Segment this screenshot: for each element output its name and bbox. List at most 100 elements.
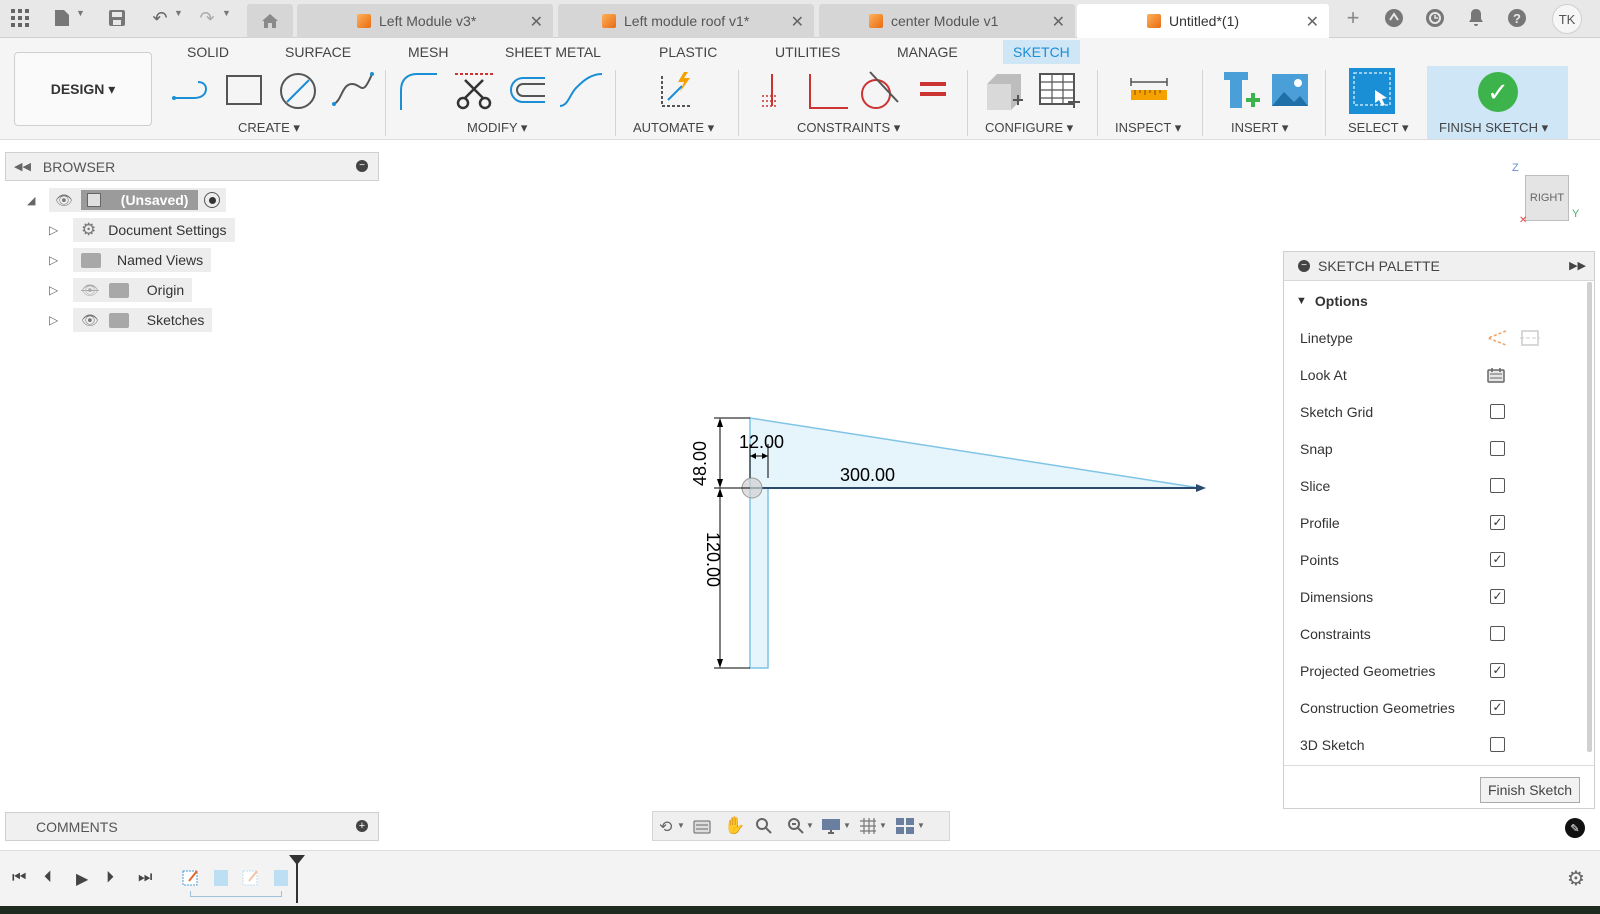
close-icon[interactable]: ✕ [1306, 12, 1319, 32]
home-tab[interactable] [247, 4, 293, 38]
file-menu-caret-icon[interactable]: ▼ [76, 8, 85, 18]
tab-solid[interactable]: SOLID [187, 44, 229, 60]
close-icon[interactable]: ✕ [1052, 12, 1065, 32]
constraints-checkbox[interactable] [1490, 626, 1505, 641]
dimension-text-300[interactable]: 300.00 [840, 465, 895, 486]
notifications-icon[interactable] [1464, 6, 1488, 30]
option-slice[interactable]: Slice [1300, 471, 1590, 501]
circle-tool-icon[interactable] [275, 70, 321, 112]
tab-utilities[interactable]: UTILITIES [775, 44, 840, 60]
projected-geometries-checkbox[interactable]: ✓ [1490, 663, 1505, 678]
automate-menu[interactable]: AUTOMATE ▾ [633, 120, 714, 136]
fillet-tool-icon[interactable] [397, 70, 443, 112]
tab-plastic[interactable]: PLASTIC [659, 44, 717, 60]
line-tool-icon[interactable] [168, 70, 214, 112]
construction-linetype-icon[interactable] [1485, 329, 1508, 350]
sketch-grid-checkbox[interactable] [1490, 404, 1505, 419]
parameters-box-icon[interactable] [983, 70, 1029, 112]
display-settings-icon[interactable] [821, 817, 841, 840]
tree-pill[interactable]: 👁 Origin [73, 278, 193, 302]
expand-panel-icon[interactable]: ▶▶ [1569, 259, 1586, 272]
slice-checkbox[interactable] [1490, 478, 1505, 493]
tab-left-module-v3[interactable]: Left Module v3* ✕ [297, 4, 553, 38]
design-workspace-button[interactable]: DESIGN ▾ [14, 52, 152, 126]
finish-sketch-button[interactable]: Finish Sketch [1480, 777, 1580, 803]
fix-constraint-icon[interactable] [752, 70, 798, 112]
trim-scissors-icon[interactable] [451, 70, 497, 112]
zoom-caret-icon[interactable]: ▼ [806, 821, 814, 830]
finish-sketch-menu[interactable]: FINISH SKETCH ▾ [1439, 120, 1548, 136]
insert-image-icon[interactable] [1268, 70, 1314, 112]
dimension-text-48[interactable]: 48.00 [690, 441, 711, 486]
viewports-caret-icon[interactable]: ▼ [917, 821, 925, 830]
fit-zoom-icon[interactable] [787, 817, 805, 840]
tab-left-module-roof-v1[interactable]: Left module roof v1* ✕ [558, 4, 814, 38]
perpendicular-constraint-icon[interactable] [804, 70, 850, 112]
extensions-icon[interactable] [1382, 6, 1406, 30]
points-checkbox[interactable]: ✓ [1490, 552, 1505, 567]
timeline-settings-gear-icon[interactable]: ⚙ [1567, 866, 1585, 891]
tab-center-module-v1[interactable]: center Module v1 ✕ [819, 4, 1075, 38]
rectangle-tool-icon[interactable] [221, 70, 267, 112]
tree-item-document-settings[interactable]: ▷ ⚙ Document Settings [49, 218, 235, 242]
expand-right-icon[interactable]: ▷ [49, 313, 73, 327]
option-3d-sketch[interactable]: 3D Sketch [1300, 730, 1590, 760]
insert-component-icon[interactable] [1218, 70, 1264, 112]
zoom-icon[interactable] [755, 817, 773, 840]
option-projected-geometries[interactable]: Projected Geometries ✓ [1300, 656, 1590, 686]
viewports-icon[interactable] [895, 817, 915, 840]
tab-mesh[interactable]: MESH [408, 44, 448, 60]
tree-pill[interactable]: ⚙ Document Settings [73, 218, 235, 242]
active-radio-icon[interactable] [204, 192, 221, 208]
option-points[interactable]: Points ✓ [1300, 545, 1590, 575]
go-to-start-icon[interactable]: ⏮ [12, 869, 26, 887]
dimensions-checkbox[interactable]: ✓ [1490, 589, 1505, 604]
offset-tool-icon[interactable] [505, 70, 551, 112]
timeline-sketch-feature-icon[interactable] [181, 867, 201, 892]
configure-menu[interactable]: CONFIGURE ▾ [985, 120, 1073, 136]
hidden-eye-icon[interactable]: 👁 [81, 282, 99, 299]
curve-tool-icon[interactable] [558, 70, 604, 112]
select-window-icon[interactable] [1347, 66, 1397, 116]
minimize-icon[interactable]: − [356, 160, 368, 172]
step-back-icon[interactable]: ⏴ [44, 869, 52, 887]
timeline-feature-icon[interactable] [271, 867, 291, 892]
grid-caret-icon[interactable]: ▼ [879, 821, 887, 830]
new-tab-icon[interactable]: + [1341, 5, 1365, 30]
undo-icon[interactable]: ↶ [148, 6, 172, 30]
tree-pill[interactable]: Named Views [73, 248, 212, 272]
tab-surface[interactable]: SURFACE [285, 44, 351, 60]
close-icon[interactable]: ✕ [791, 12, 804, 32]
sketch-pencil-icon[interactable]: ✎ [1565, 818, 1585, 838]
visibility-eye-icon[interactable]: 👁 [55, 192, 73, 209]
tab-untitled[interactable]: Untitled*(1) ✕ [1077, 4, 1329, 38]
tree-root-pill[interactable]: 👁 (Unsaved) [49, 188, 227, 212]
close-icon[interactable]: ✕ [530, 12, 543, 32]
inspect-menu[interactable]: INSPECT ▾ [1115, 120, 1181, 136]
tab-sketch[interactable]: SKETCH [1003, 40, 1080, 64]
collapse-panel-icon[interactable]: ◀◀ [14, 160, 31, 173]
user-avatar[interactable]: TK [1552, 4, 1582, 34]
tab-manage[interactable]: MANAGE [897, 44, 958, 60]
viewcube[interactable]: RIGHT [1525, 175, 1569, 221]
add-comment-icon[interactable]: + [356, 820, 368, 832]
palette-header[interactable]: − SKETCH PALETTE ▶▶ [1284, 252, 1594, 281]
dimension-text-12[interactable]: 12.00 [739, 432, 784, 453]
timeline-feature-icon[interactable] [211, 867, 231, 892]
dimension-text-120[interactable]: 120.00 [702, 532, 723, 587]
option-sketch-grid[interactable]: Sketch Grid [1300, 397, 1590, 427]
options-section-header[interactable]: ▼ Options [1296, 286, 1586, 316]
job-status-icon[interactable] [1423, 6, 1447, 30]
app-grid-icon[interactable] [8, 6, 32, 30]
configuration-table-icon[interactable] [1036, 70, 1082, 112]
spline-tool-icon[interactable] [330, 70, 376, 112]
expand-right-icon[interactable]: ▷ [49, 223, 73, 237]
file-icon[interactable] [50, 6, 74, 30]
select-menu[interactable]: SELECT ▾ [1348, 120, 1408, 136]
profile-checkbox[interactable]: ✓ [1490, 515, 1505, 530]
expand-right-icon[interactable]: ▷ [49, 283, 73, 297]
equal-constraint-icon[interactable] [912, 70, 958, 112]
step-forward-icon[interactable]: ⏵ [106, 869, 114, 887]
palette-scrollbar[interactable] [1587, 282, 1592, 752]
tree-root-unsaved[interactable]: ◢ 👁 (Unsaved) [27, 188, 227, 212]
